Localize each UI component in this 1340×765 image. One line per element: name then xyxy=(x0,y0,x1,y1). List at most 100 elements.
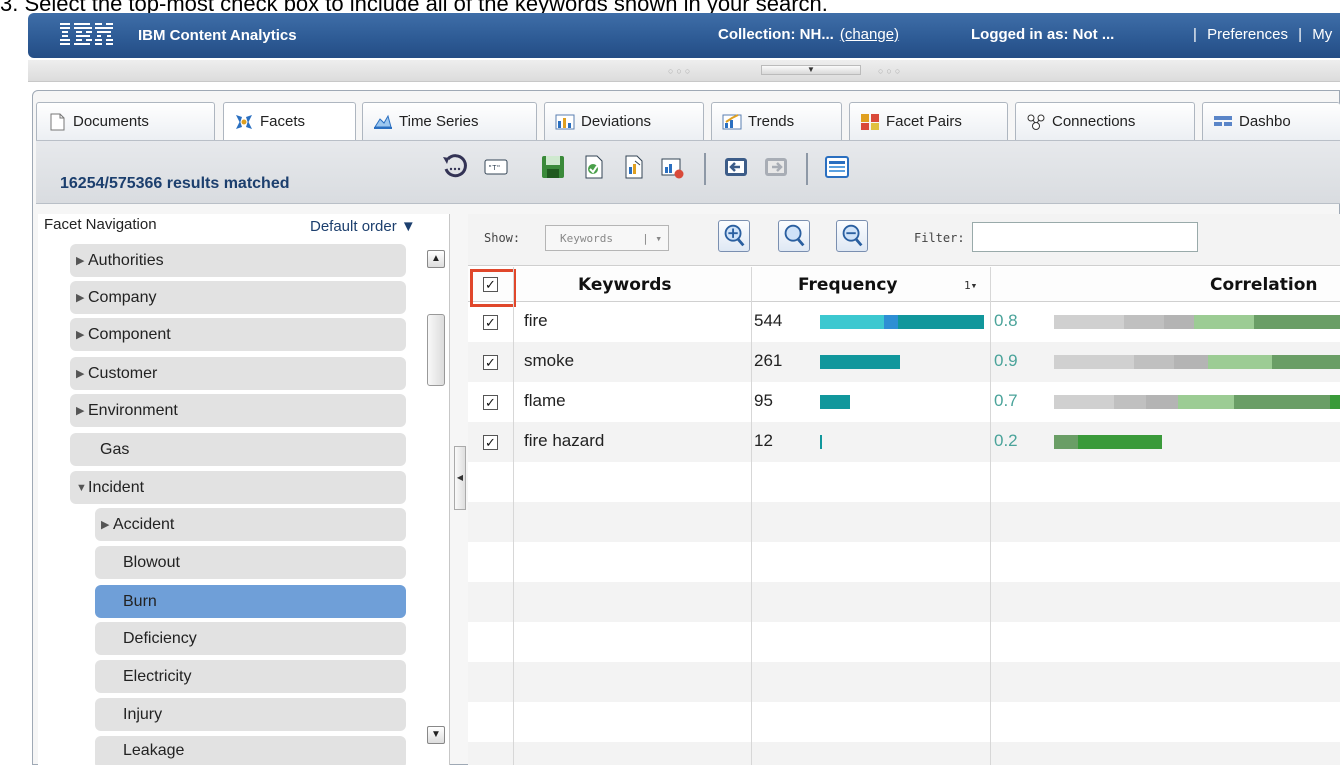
panel-divider[interactable]: ◀ xyxy=(452,214,468,765)
preferences-link[interactable]: Preferences xyxy=(1207,26,1288,43)
tab-facet-pairs[interactable]: Facet Pairs xyxy=(849,102,1008,140)
facets-icon xyxy=(236,114,252,129)
facet-item-company[interactable]: ▶ Company xyxy=(70,281,406,314)
scroll-down-icon[interactable]: ▼ xyxy=(427,726,445,744)
scroll-up-icon[interactable]: ▲ xyxy=(427,250,445,268)
facet-item-component[interactable]: ▶ Component xyxy=(70,318,406,351)
facet-label: Customer xyxy=(88,364,158,382)
layout-icon[interactable] xyxy=(823,153,851,181)
tab-label: Time Series xyxy=(399,113,479,130)
frequency-cell: 12 xyxy=(754,431,773,450)
facet-item-leakage[interactable]: Leakage xyxy=(95,736,406,765)
collapse-arrow-icon: ▼ xyxy=(76,481,87,494)
empty-row xyxy=(468,462,1340,502)
facet-item-gas[interactable]: Gas xyxy=(70,433,406,466)
show-select-value: Keywords xyxy=(560,232,613,245)
deviations-icon xyxy=(555,114,575,129)
facet-label: Injury xyxy=(123,705,163,723)
separator: | xyxy=(1298,26,1303,43)
tab-label: Dashbo xyxy=(1239,113,1291,130)
facet-label: Blowout xyxy=(123,553,180,571)
empty-row xyxy=(468,502,1340,542)
show-select[interactable]: Keywords | ▾ xyxy=(545,225,669,251)
expand-arrow-icon: ▶ xyxy=(76,405,85,417)
save-icon[interactable] xyxy=(539,153,567,181)
text-view-icon[interactable]: "T" xyxy=(482,153,510,181)
results-count: 16254/575366 results matched xyxy=(60,175,290,192)
zoom-in-icon[interactable] xyxy=(718,220,750,252)
frequency-bar xyxy=(820,355,900,369)
tab-connections[interactable]: Connections xyxy=(1015,102,1195,140)
zoom-icon[interactable] xyxy=(778,220,810,252)
column-divider xyxy=(990,267,991,765)
row-checkbox[interactable]: ✓ xyxy=(483,315,498,330)
table-row[interactable]: ✓ smoke 261 0.9 xyxy=(468,342,1340,382)
facet-item-customer[interactable]: ▶ Customer xyxy=(70,357,406,390)
facet-label: Leakage xyxy=(123,742,185,759)
tab-documents[interactable]: Documents xyxy=(36,102,215,140)
facet-order-dropdown[interactable]: Default order ▼ xyxy=(310,218,416,235)
facet-panel-header: Facet Navigation Default order ▼ xyxy=(38,214,449,238)
tab-dashboard[interactable]: Dashbo xyxy=(1202,102,1340,140)
correlation-cell: 0.2 xyxy=(994,431,1018,450)
keyword-cell: flame xyxy=(524,391,566,410)
row-checkbox[interactable]: ✓ xyxy=(483,435,498,450)
export-document-icon[interactable] xyxy=(579,153,607,181)
ibm-logo xyxy=(60,23,113,45)
facet-item-burn[interactable]: Burn xyxy=(95,585,406,618)
change-collection-link[interactable]: (change) xyxy=(840,26,899,43)
column-divider xyxy=(751,267,752,765)
column-divider xyxy=(513,267,514,765)
show-toolbar: Show: Keywords | ▾ Filter: xyxy=(468,214,1340,266)
facet-item-incident[interactable]: ▼ Incident xyxy=(70,471,406,504)
facet-panel-title: Facet Navigation xyxy=(44,216,157,233)
my-link[interactable]: My xyxy=(1312,26,1332,43)
dashboard-icon xyxy=(1214,115,1232,126)
tab-label: Connections xyxy=(1052,113,1136,130)
facet-item-injury[interactable]: Injury xyxy=(95,698,406,731)
grip-dots: ○○○ xyxy=(668,66,694,76)
collapse-header-handle[interactable]: ▼ xyxy=(761,65,861,75)
table-row[interactable]: ✓ flame 95 0.7 xyxy=(468,382,1340,422)
facet-item-blowout[interactable]: Blowout xyxy=(95,546,406,579)
facet-item-accident[interactable]: ▶ Accident xyxy=(95,508,406,541)
tab-time-series[interactable]: Time Series xyxy=(362,102,537,140)
scroll-thumb[interactable] xyxy=(427,314,445,386)
report-icon[interactable] xyxy=(658,153,686,181)
collapse-left-handle[interactable]: ◀ xyxy=(454,446,466,510)
back-icon[interactable] xyxy=(722,153,750,181)
column-header-correlation[interactable]: Correlation xyxy=(1210,275,1318,295)
empty-row xyxy=(468,622,1340,662)
toolbar: 16254/575366 results matched "T" xyxy=(36,140,1340,204)
table-row[interactable]: ✓ fire 544 0.8 xyxy=(468,302,1340,342)
empty-row xyxy=(468,742,1340,765)
forward-icon[interactable] xyxy=(762,153,790,181)
tab-label: Trends xyxy=(748,113,795,130)
facet-item-electricity[interactable]: Electricity xyxy=(95,660,406,693)
facet-label: Company xyxy=(88,288,157,306)
collection-label: Collection: NH... (change) xyxy=(718,26,899,43)
tab-facets[interactable]: Facets xyxy=(223,102,356,140)
correlation-bar xyxy=(1054,355,1134,369)
tab-trends[interactable]: Trends xyxy=(711,102,842,140)
frequency-bar xyxy=(898,315,984,329)
tab-deviations[interactable]: Deviations xyxy=(544,102,704,140)
table-header: ✓ Keywords Frequency 1▾ Correlation xyxy=(468,267,1340,302)
column-header-frequency[interactable]: Frequency xyxy=(798,275,898,295)
correlation-bar xyxy=(1178,395,1234,409)
facet-item-authorities[interactable]: ▶ Authorities xyxy=(70,244,406,277)
column-header-keywords[interactable]: Keywords xyxy=(578,275,672,295)
filter-input[interactable] xyxy=(972,222,1198,252)
tab-label: Facets xyxy=(260,113,306,130)
row-checkbox[interactable]: ✓ xyxy=(483,395,498,410)
export-chart-icon[interactable] xyxy=(619,153,647,181)
row-checkbox[interactable]: ✓ xyxy=(483,355,498,370)
zoom-out-icon[interactable] xyxy=(836,220,868,252)
facet-scrollbar[interactable]: ▲ ▼ xyxy=(426,244,446,754)
table-row[interactable]: ✓ fire hazard 12 0.2 xyxy=(468,422,1340,462)
facet-item-environment[interactable]: ▶ Environment xyxy=(70,394,406,427)
facet-item-deficiency[interactable]: Deficiency xyxy=(95,622,406,655)
sort-indicator[interactable]: 1▾ xyxy=(964,279,977,292)
correlation-bar xyxy=(1124,315,1164,329)
refresh-icon[interactable] xyxy=(440,153,468,181)
